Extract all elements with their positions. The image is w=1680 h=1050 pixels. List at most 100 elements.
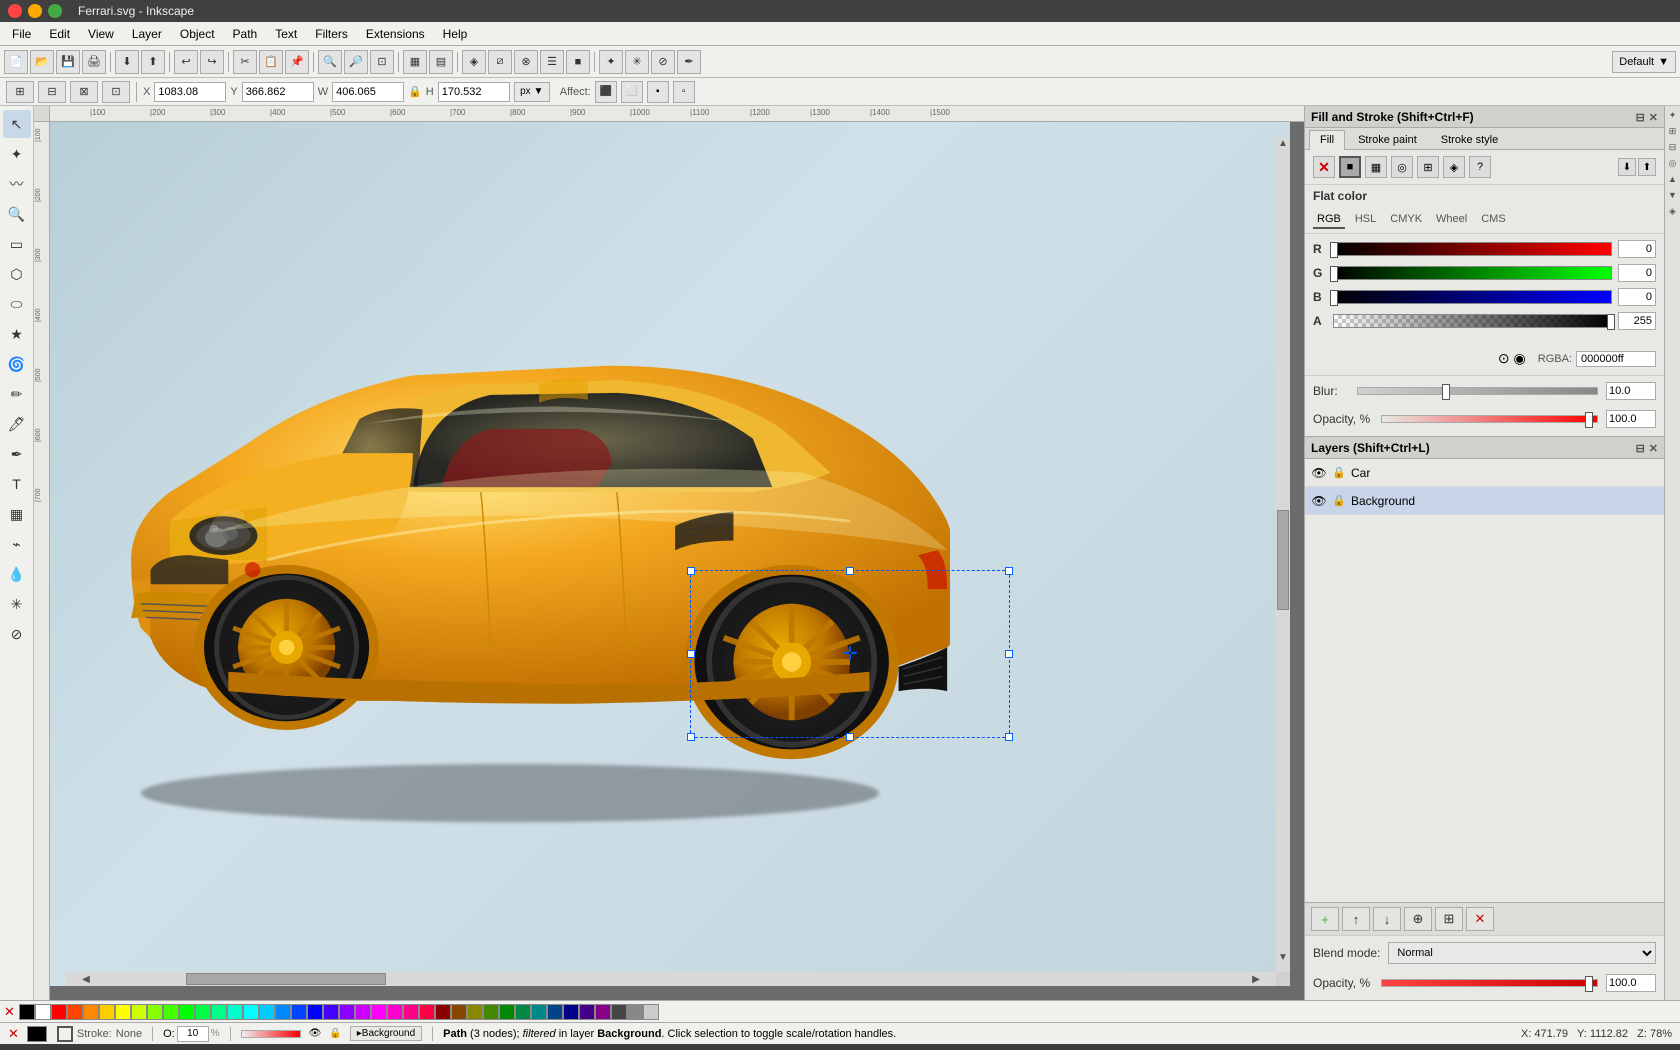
tool-spray[interactable]: ✳ — [3, 590, 31, 618]
tb-snap[interactable]: ✦ — [599, 50, 623, 74]
a-value[interactable] — [1618, 312, 1656, 330]
layer-car-eye[interactable]: 👁 — [1311, 466, 1327, 480]
affect-btn-3[interactable]: ▪ — [647, 81, 669, 103]
pal-color-azure[interactable] — [275, 1004, 291, 1020]
x-input[interactable] — [154, 82, 226, 102]
slider-r-thumb[interactable] — [1330, 242, 1338, 258]
y-input[interactable] — [242, 82, 314, 102]
tb-erase[interactable]: ⊘ — [651, 50, 675, 74]
tb-save[interactable]: 💾 — [56, 50, 80, 74]
minimize-btn[interactable] — [28, 4, 42, 18]
slider-b-thumb[interactable] — [1330, 290, 1338, 306]
pal-color-blue-violet[interactable] — [323, 1004, 339, 1020]
pal-color-indigo[interactable] — [579, 1004, 595, 1020]
layer-del-btn[interactable]: ✕ — [1466, 907, 1494, 931]
r-value[interactable] — [1618, 240, 1656, 258]
slider-g[interactable] — [1333, 266, 1612, 280]
tb-snap-page[interactable]: ⊟ — [38, 81, 66, 103]
vscroll[interactable]: ▲ ▼ — [1276, 138, 1290, 972]
slider-a-thumb[interactable] — [1607, 314, 1615, 330]
fill-unset-btn[interactable]: ? — [1469, 156, 1491, 178]
slider-r[interactable] — [1333, 242, 1612, 256]
edge-arrow-down-btn[interactable]: ▼ — [1666, 190, 1680, 204]
status-layer-btn[interactable]: ▸Background — [350, 1026, 422, 1041]
palette-close-icon[interactable]: ✕ — [4, 1004, 15, 1020]
pal-color-blue-light[interactable] — [291, 1004, 307, 1020]
pal-color-dark-blue[interactable] — [547, 1004, 563, 1020]
menu-extensions[interactable]: Extensions — [358, 25, 433, 43]
color-tab-cms[interactable]: CMS — [1477, 211, 1509, 229]
pal-color-yellow[interactable] — [115, 1004, 131, 1020]
pal-color-dark-lime[interactable] — [483, 1004, 499, 1020]
pal-color-brown[interactable] — [451, 1004, 467, 1020]
tool-pencil[interactable]: ✏ — [3, 380, 31, 408]
tb-copy[interactable]: 📋 — [259, 50, 283, 74]
layer-raise-btn[interactable]: ↑ — [1342, 907, 1370, 931]
layer-merge-btn[interactable]: ⊞ — [1435, 907, 1463, 931]
tb-paste[interactable]: 📌 — [285, 50, 309, 74]
pal-color-gray[interactable] — [627, 1004, 643, 1020]
pal-color-violet[interactable] — [339, 1004, 355, 1020]
tool-zoom[interactable]: 🔍 — [3, 200, 31, 228]
lock-aspect-icon[interactable]: 🔒 — [408, 85, 422, 98]
menu-view[interactable]: View — [80, 25, 122, 43]
tool-node[interactable]: ✦ — [3, 140, 31, 168]
canvas[interactable]: ✛ ◀ ▶ ▲ ▼ — [50, 122, 1290, 986]
pal-color-teal-light[interactable] — [227, 1004, 243, 1020]
hscroll-thumb[interactable] — [186, 973, 386, 985]
opacity-value[interactable] — [1606, 410, 1656, 428]
pal-color-navy[interactable] — [563, 1004, 579, 1020]
tool-ellipse[interactable]: ⬭ — [3, 290, 31, 318]
color-wheel-icon[interactable]: ◉ — [1514, 350, 1526, 367]
pal-color-teal[interactable] — [531, 1004, 547, 1020]
vscroll-up[interactable]: ▲ — [1278, 138, 1288, 158]
edge-guide-btn[interactable]: ⊟ — [1666, 142, 1680, 156]
tool-star[interactable]: ★ — [3, 320, 31, 348]
color-tab-cmyk[interactable]: CMYK — [1386, 211, 1426, 229]
affect-btn-4[interactable]: ▫ — [673, 81, 695, 103]
menu-layer[interactable]: Layer — [124, 25, 170, 43]
layer-bg-eye[interactable]: 👁 — [1311, 494, 1327, 508]
menu-help[interactable]: Help — [435, 25, 476, 43]
status-opacity-input[interactable] — [177, 1026, 209, 1042]
tb-snap-grid[interactable]: ⊞ — [6, 81, 34, 103]
pal-color-mint[interactable] — [211, 1004, 227, 1020]
fill-radial-btn[interactable]: ◎ — [1391, 156, 1413, 178]
tb-zoom-fit[interactable]: ⊡ — [370, 50, 394, 74]
pal-color-magenta[interactable] — [371, 1004, 387, 1020]
fill-pattern-btn[interactable]: ⊞ — [1417, 156, 1439, 178]
menu-edit[interactable]: Edit — [41, 25, 78, 43]
blur-value[interactable] — [1606, 382, 1656, 400]
fill-flat-btn[interactable]: ■ — [1339, 156, 1361, 178]
pal-color-dark-red[interactable] — [435, 1004, 451, 1020]
tool-spiral[interactable]: 🌀 — [3, 350, 31, 378]
layer-car[interactable]: 👁 🔒 Car — [1305, 459, 1664, 487]
tb-snap-node[interactable]: ⊠ — [70, 81, 98, 103]
fill-none-btn[interactable]: ✕ — [1313, 156, 1335, 178]
slider-b[interactable] — [1333, 290, 1612, 304]
tb-zoom-in[interactable]: 🔎 — [344, 50, 368, 74]
layer-dup-btn[interactable]: ⊕ — [1404, 907, 1432, 931]
edge-arrow-up-btn[interactable]: ▲ — [1666, 174, 1680, 188]
blur-slider[interactable] — [1357, 387, 1598, 395]
menu-text[interactable]: Text — [267, 25, 305, 43]
menu-file[interactable]: File — [4, 25, 39, 43]
pal-color-lime[interactable] — [147, 1004, 163, 1020]
pal-color-dark-green[interactable] — [499, 1004, 515, 1020]
tab-stroke-style[interactable]: Stroke style — [1430, 130, 1509, 149]
edge-zoom-btn[interactable]: ◎ — [1666, 158, 1680, 172]
fill-copy-btn[interactable]: ⬇ — [1618, 158, 1636, 176]
pal-color-rose[interactable] — [403, 1004, 419, 1020]
pal-color-light-gray[interactable] — [643, 1004, 659, 1020]
tool-eraser[interactable]: ⊘ — [3, 620, 31, 648]
status-visible-icon[interactable]: 👁 — [309, 1028, 322, 1039]
layers-dock-icon[interactable]: ⊟ — [1636, 442, 1645, 455]
pal-color-forest[interactable] — [515, 1004, 531, 1020]
edge-node-btn[interactable]: ◈ — [1666, 206, 1680, 220]
tool-connector[interactable]: ⌁ — [3, 530, 31, 558]
w-input[interactable] — [332, 82, 404, 102]
close-btn[interactable] — [8, 4, 22, 18]
unit-dropdown[interactable]: px ▼ — [514, 82, 550, 102]
pal-color-olive[interactable] — [467, 1004, 483, 1020]
tb-open[interactable]: 📂 — [30, 50, 54, 74]
